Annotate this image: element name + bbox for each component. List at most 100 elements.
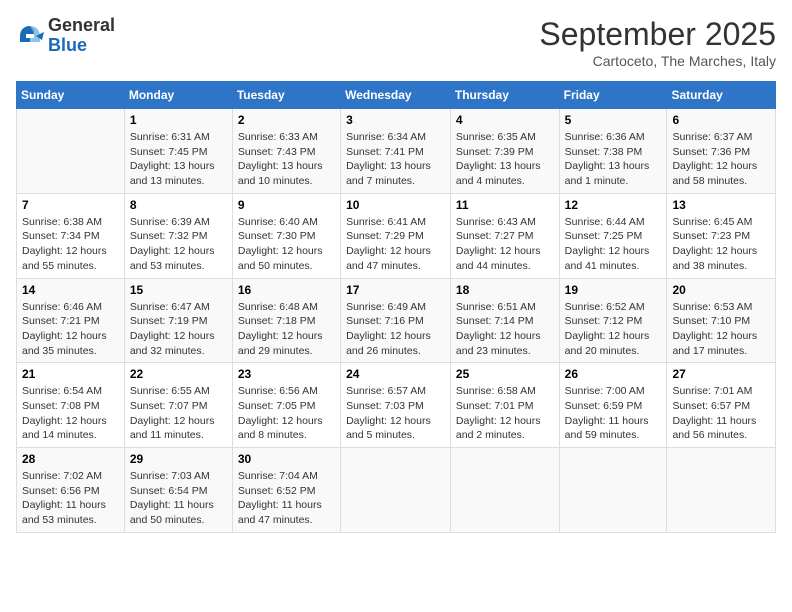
calendar-cell: 1Sunrise: 6:31 AM Sunset: 7:45 PM Daylig… — [124, 109, 232, 194]
day-number: 30 — [238, 452, 335, 466]
day-number: 21 — [22, 367, 119, 381]
header-cell-friday: Friday — [559, 82, 667, 109]
day-number: 15 — [130, 283, 227, 297]
day-number: 11 — [456, 198, 554, 212]
day-number: 9 — [238, 198, 335, 212]
day-info: Sunrise: 7:00 AM Sunset: 6:59 PM Dayligh… — [565, 384, 662, 443]
day-number: 5 — [565, 113, 662, 127]
day-info: Sunrise: 6:40 AM Sunset: 7:30 PM Dayligh… — [238, 215, 335, 274]
day-info: Sunrise: 6:55 AM Sunset: 7:07 PM Dayligh… — [130, 384, 227, 443]
day-number: 22 — [130, 367, 227, 381]
day-number: 19 — [565, 283, 662, 297]
day-number: 29 — [130, 452, 227, 466]
logo-icon — [16, 22, 44, 50]
day-info: Sunrise: 6:51 AM Sunset: 7:14 PM Dayligh… — [456, 300, 554, 359]
calendar-cell: 30 Sunrise: 7:04 AM Sunset: 6:52 PM Dayli… — [232, 448, 340, 533]
calendar-cell: 8 Sunrise: 6:39 AM Sunset: 7:32 PM Daylig… — [124, 193, 232, 278]
calendar-cell: 10Sunrise: 6:41 AM Sunset: 7:29 PM Dayli… — [341, 193, 451, 278]
header-cell-monday: Monday — [124, 82, 232, 109]
day-number: 24 — [346, 367, 445, 381]
calendar-cell: 20 Sunrise: 6:53 AM Sunset: 7:10 PM Dayli… — [667, 278, 776, 363]
calendar-cell: 29 Sunrise: 7:03 AM Sunset: 6:54 PM Dayli… — [124, 448, 232, 533]
day-info: Sunrise: 6:56 AM Sunset: 7:05 PM Dayligh… — [238, 384, 335, 443]
day-info: Sunrise: 6:33 AM Sunset: 7:43 PM Dayligh… — [238, 130, 335, 189]
day-info: Sunrise: 6:58 AM Sunset: 7:01 PM Dayligh… — [456, 384, 554, 443]
day-info: Sunrise: 6:35 AM Sunset: 7:39 PM Dayligh… — [456, 130, 554, 189]
day-info: Sunrise: 6:49 AM Sunset: 7:16 PM Dayligh… — [346, 300, 445, 359]
calendar-cell: 9 Sunrise: 6:40 AM Sunset: 7:30 PM Daylig… — [232, 193, 340, 278]
day-info: Sunrise: 6:53 AM Sunset: 7:10 PM Dayligh… — [672, 300, 770, 359]
day-number: 4 — [456, 113, 554, 127]
calendar-cell — [450, 448, 559, 533]
week-row-2: 7 Sunrise: 6:38 AM Sunset: 7:34 PM Daylig… — [17, 193, 776, 278]
day-info: Sunrise: 6:48 AM Sunset: 7:18 PM Dayligh… — [238, 300, 335, 359]
calendar-cell: 23 Sunrise: 6:56 AM Sunset: 7:05 PM Dayli… — [232, 363, 340, 448]
calendar-cell: 14 Sunrise: 6:46 AM Sunset: 7:21 PM Dayli… — [17, 278, 125, 363]
day-info: Sunrise: 7:04 AM Sunset: 6:52 PM Dayligh… — [238, 469, 335, 528]
day-number: 23 — [238, 367, 335, 381]
day-number: 6 — [672, 113, 770, 127]
day-info: Sunrise: 6:31 AM Sunset: 7:45 PM Dayligh… — [130, 130, 227, 189]
calendar-cell: 4 Sunrise: 6:35 AM Sunset: 7:39 PM Daylig… — [450, 109, 559, 194]
page-header: General Blue September 2025 Cartoceto, T… — [16, 16, 776, 69]
day-info: Sunrise: 6:45 AM Sunset: 7:23 PM Dayligh… — [672, 215, 770, 274]
calendar-cell: 12Sunrise: 6:44 AM Sunset: 7:25 PM Dayli… — [559, 193, 667, 278]
calendar-cell: 27Sunrise: 7:01 AM Sunset: 6:57 PM Dayli… — [667, 363, 776, 448]
calendar-cell: 7 Sunrise: 6:38 AM Sunset: 7:34 PM Daylig… — [17, 193, 125, 278]
day-number: 27 — [672, 367, 770, 381]
week-row-1: 1Sunrise: 6:31 AM Sunset: 7:45 PM Daylig… — [17, 109, 776, 194]
day-info: Sunrise: 6:46 AM Sunset: 7:21 PM Dayligh… — [22, 300, 119, 359]
day-info: Sunrise: 6:38 AM Sunset: 7:34 PM Dayligh… — [22, 215, 119, 274]
calendar-cell — [667, 448, 776, 533]
header-cell-tuesday: Tuesday — [232, 82, 340, 109]
header-cell-thursday: Thursday — [450, 82, 559, 109]
day-number: 7 — [22, 198, 119, 212]
calendar-cell: 5 Sunrise: 6:36 AM Sunset: 7:38 PM Daylig… — [559, 109, 667, 194]
calendar-cell: 11Sunrise: 6:43 AM Sunset: 7:27 PM Dayli… — [450, 193, 559, 278]
day-number: 20 — [672, 283, 770, 297]
calendar-cell: 28 Sunrise: 7:02 AM Sunset: 6:56 PM Dayli… — [17, 448, 125, 533]
day-info: Sunrise: 6:47 AM Sunset: 7:19 PM Dayligh… — [130, 300, 227, 359]
logo-text: General Blue — [48, 16, 115, 56]
month-title: September 2025 — [539, 16, 776, 53]
day-number: 13 — [672, 198, 770, 212]
day-info: Sunrise: 6:52 AM Sunset: 7:12 PM Dayligh… — [565, 300, 662, 359]
day-info: Sunrise: 6:39 AM Sunset: 7:32 PM Dayligh… — [130, 215, 227, 274]
day-number: 17 — [346, 283, 445, 297]
calendar-cell — [341, 448, 451, 533]
calendar-cell: 16 Sunrise: 6:48 AM Sunset: 7:18 PM Dayli… — [232, 278, 340, 363]
week-row-5: 28 Sunrise: 7:02 AM Sunset: 6:56 PM Dayli… — [17, 448, 776, 533]
week-row-3: 14 Sunrise: 6:46 AM Sunset: 7:21 PM Dayli… — [17, 278, 776, 363]
day-info: Sunrise: 6:37 AM Sunset: 7:36 PM Dayligh… — [672, 130, 770, 189]
calendar-cell: 21Sunrise: 6:54 AM Sunset: 7:08 PM Dayli… — [17, 363, 125, 448]
calendar-cell: 6 Sunrise: 6:37 AM Sunset: 7:36 PM Daylig… — [667, 109, 776, 194]
day-info: Sunrise: 6:36 AM Sunset: 7:38 PM Dayligh… — [565, 130, 662, 189]
day-info: Sunrise: 6:57 AM Sunset: 7:03 PM Dayligh… — [346, 384, 445, 443]
calendar-cell — [559, 448, 667, 533]
day-number: 8 — [130, 198, 227, 212]
calendar-cell: 24 Sunrise: 6:57 AM Sunset: 7:03 PM Dayli… — [341, 363, 451, 448]
day-number: 26 — [565, 367, 662, 381]
day-info: Sunrise: 7:02 AM Sunset: 6:56 PM Dayligh… — [22, 469, 119, 528]
calendar-cell: 18 Sunrise: 6:51 AM Sunset: 7:14 PM Dayli… — [450, 278, 559, 363]
calendar-cell: 2Sunrise: 6:33 AM Sunset: 7:43 PM Daylig… — [232, 109, 340, 194]
day-info: Sunrise: 7:03 AM Sunset: 6:54 PM Dayligh… — [130, 469, 227, 528]
day-number: 16 — [238, 283, 335, 297]
calendar-cell: 19 Sunrise: 6:52 AM Sunset: 7:12 PM Dayli… — [559, 278, 667, 363]
day-number: 12 — [565, 198, 662, 212]
day-number: 28 — [22, 452, 119, 466]
day-number: 18 — [456, 283, 554, 297]
calendar-cell: 17 Sunrise: 6:49 AM Sunset: 7:16 PM Dayli… — [341, 278, 451, 363]
week-row-4: 21Sunrise: 6:54 AM Sunset: 7:08 PM Dayli… — [17, 363, 776, 448]
day-number: 25 — [456, 367, 554, 381]
day-number: 14 — [22, 283, 119, 297]
calendar-cell: 13 Sunrise: 6:45 AM Sunset: 7:23 PM Dayli… — [667, 193, 776, 278]
header-cell-saturday: Saturday — [667, 82, 776, 109]
day-number: 3 — [346, 113, 445, 127]
calendar-cell: 26 Sunrise: 7:00 AM Sunset: 6:59 PM Dayli… — [559, 363, 667, 448]
calendar-cell: 15 Sunrise: 6:47 AM Sunset: 7:19 PM Dayli… — [124, 278, 232, 363]
calendar-cell: 25 Sunrise: 6:58 AM Sunset: 7:01 PM Dayli… — [450, 363, 559, 448]
header-cell-wednesday: Wednesday — [341, 82, 451, 109]
header-row: SundayMondayTuesdayWednesdayThursdayFrid… — [17, 82, 776, 109]
logo: General Blue — [16, 16, 115, 56]
